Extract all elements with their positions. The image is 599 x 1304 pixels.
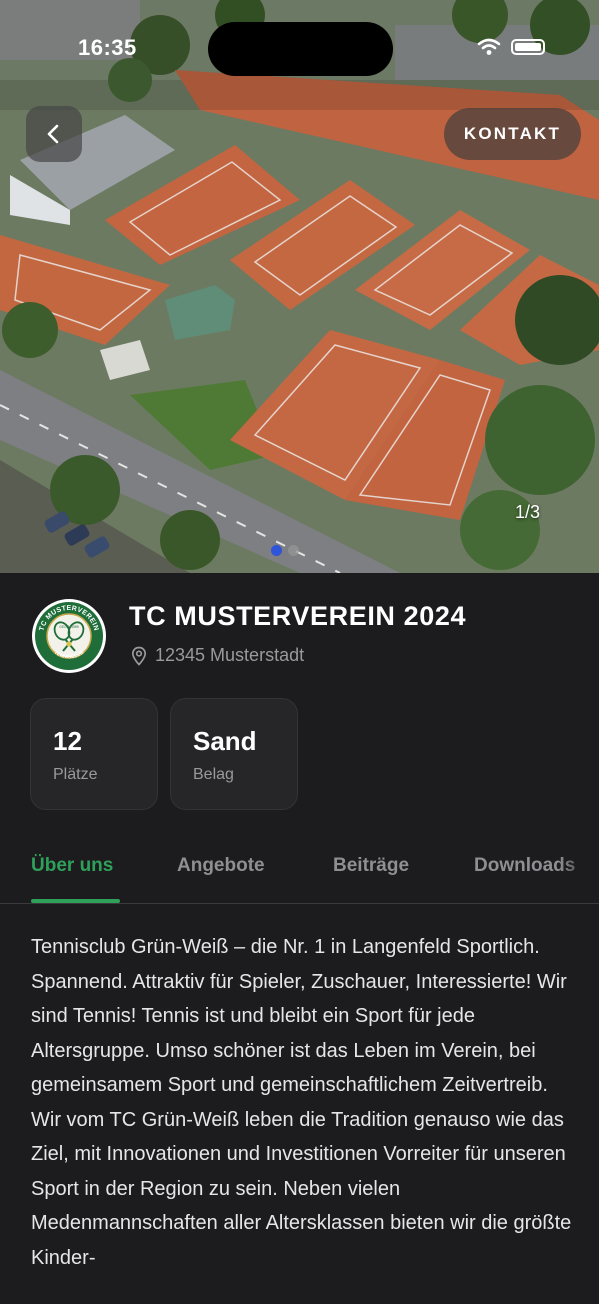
stat-label: Belag: [193, 766, 234, 783]
location-pin-icon: [131, 646, 147, 666]
status-icons: [477, 38, 545, 56]
tab-scroll-fade: [559, 842, 599, 900]
stat-card-courts: 12 Plätze: [30, 698, 158, 810]
club-name: TC MUSTERVEREIN 2024: [129, 601, 467, 631]
active-tab-indicator: [31, 899, 120, 903]
stat-value: 12: [53, 726, 82, 756]
wifi-icon: [477, 38, 501, 55]
page-dot[interactable]: [288, 545, 299, 556]
svg-text:GEGR. 1959: GEGR. 1959: [59, 625, 79, 629]
contact-button[interactable]: KONTAKT: [444, 108, 581, 160]
tab-beitraege[interactable]: Beiträge: [333, 855, 409, 877]
carousel-page-indicator[interactable]: [271, 545, 299, 556]
club-location-text: 12345 Musterstadt: [155, 645, 305, 665]
stat-value: Sand: [193, 726, 257, 756]
hero-image-carousel[interactable]: 16:35 KONTAKT 1/3: [0, 0, 599, 573]
tab-angebote[interactable]: Angebote: [177, 855, 265, 877]
club-logo: TC MUSTERVEREIN TENNISCLUB GEGR. 1959: [32, 599, 106, 673]
chevron-left-icon: [47, 124, 59, 144]
tab-bar: Über uns Angebote Beiträge Downloads: [0, 842, 599, 904]
back-button[interactable]: [26, 106, 82, 162]
aerial-tennis-courts-photo: [0, 0, 599, 573]
club-description: Tennisclub Grün-Weiß – die Nr. 1 in Lang…: [31, 936, 572, 1269]
image-counter: 1/3: [515, 502, 541, 522]
stat-label: Plätze: [53, 766, 98, 783]
battery-icon: [511, 39, 545, 55]
stat-card-surface: Sand Belag: [170, 698, 298, 810]
dynamic-island: [208, 22, 393, 76]
club-location: 12345 Musterstadt: [131, 645, 304, 666]
status-time: 16:35: [78, 35, 137, 60]
tab-ueber-uns[interactable]: Über uns: [31, 855, 113, 877]
page-dot-active[interactable]: [271, 545, 282, 556]
